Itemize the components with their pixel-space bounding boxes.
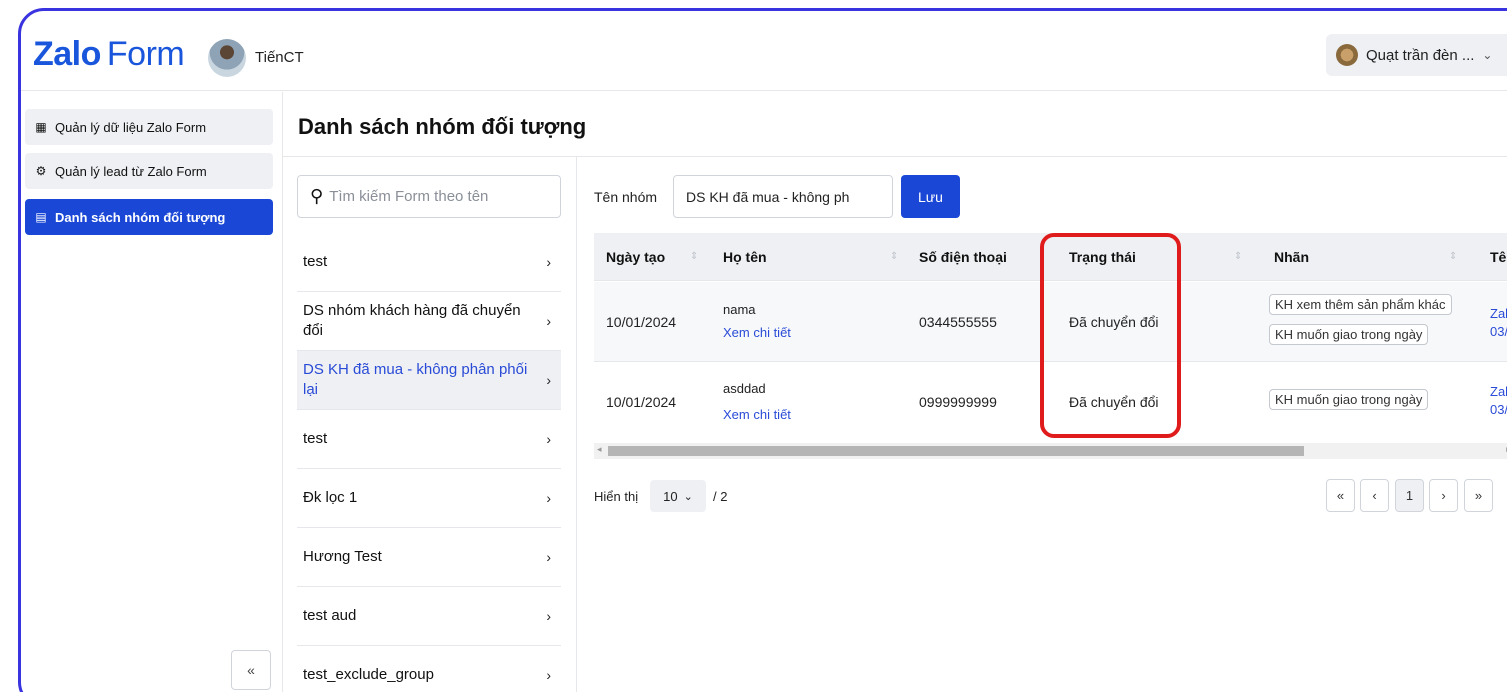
sidebar-item-label: Quản lý lead từ Zalo Form <box>55 163 207 179</box>
search-input[interactable]: ⚲ Tìm kiếm Form theo tên <box>297 175 561 218</box>
next-page-button[interactable]: › <box>1429 479 1458 512</box>
chevron-right-icon: › <box>546 490 551 506</box>
group-name-label: Tên nhóm <box>594 189 658 205</box>
list-item[interactable]: DS nhóm khách hàng đã chuyển đổi › <box>297 292 561 351</box>
group-name: Hương Test <box>303 548 382 565</box>
chevron-down-icon: ⌄ <box>1482 48 1493 62</box>
chevron-right-icon: › <box>546 313 551 329</box>
form-date-link[interactable]: 03/0 <box>1490 324 1507 339</box>
sort-icon[interactable]: ⇕ <box>690 251 698 262</box>
view-detail-link[interactable]: Xem chi tiết <box>723 325 791 340</box>
total-pages: / 2 <box>713 489 728 504</box>
page-title: Danh sách nhóm đối tượng <box>298 114 587 139</box>
cell-date: 10/01/2024 <box>606 394 677 410</box>
list-item[interactable]: test_exclude_group › <box>297 646 561 692</box>
top-header: Zalo Form TiếnCT Quạt trần đèn ... ⌄ <box>21 11 1507 91</box>
column-header-form-name[interactable]: Tên <box>1490 249 1507 265</box>
chevron-right-icon: › <box>546 667 551 683</box>
list-item-selected[interactable]: DS KH đã mua - không phân phối lại › <box>297 351 561 410</box>
cell-phone: 0344555555 <box>919 314 997 330</box>
page-1-button[interactable]: 1 <box>1395 479 1424 512</box>
group-name: test <box>303 430 328 447</box>
list-icon: ▤ <box>35 210 47 224</box>
chevron-right-icon: › <box>546 608 551 624</box>
tag-badge: KH muốn giao trong ngày <box>1269 324 1429 345</box>
cell-name: asddad <box>723 381 766 396</box>
save-button[interactable]: Lưu <box>901 175 960 218</box>
logo-zalo-text: Zalo <box>33 35 101 73</box>
search-icon: ⚲ <box>310 186 324 206</box>
horizontal-scrollbar[interactable]: ◂ ▸ <box>594 443 1507 459</box>
page-avatar-icon <box>1336 44 1358 66</box>
divider <box>283 156 1507 157</box>
user-avatar[interactable] <box>208 39 246 77</box>
sidebar-item-data[interactable]: ▦ Quản lý dữ liệu Zalo Form <box>25 109 273 145</box>
grid-icon: ▦ <box>35 120 47 134</box>
gear-icon: ⚙ <box>35 164 47 178</box>
column-header-phone[interactable]: Số điện thoại <box>919 249 1007 265</box>
chevron-down-icon: ⌄ <box>683 490 693 503</box>
list-item[interactable]: Hương Test › <box>297 528 561 587</box>
divider <box>576 156 577 692</box>
sidebar-item-label: Danh sách nhóm đối tượng <box>55 209 226 225</box>
search-placeholder: Tìm kiếm Form theo tên <box>329 188 489 205</box>
group-name-input[interactable] <box>673 175 893 218</box>
zalo-form-logo[interactable]: Zalo Form <box>33 35 185 74</box>
scroll-thumb[interactable] <box>608 446 1304 456</box>
page-size-label: Hiển thị <box>594 489 639 504</box>
group-name: test <box>303 253 328 270</box>
scroll-left-icon[interactable]: ◂ <box>597 444 602 455</box>
chevron-right-icon: › <box>546 549 551 565</box>
last-page-button[interactable]: » <box>1464 479 1493 512</box>
collapse-sidebar-button[interactable]: « <box>231 650 271 690</box>
app-frame: Zalo Form TiếnCT Quạt trần đèn ... ⌄ ▦ Qu… <box>18 8 1507 692</box>
column-header-date[interactable]: Ngày tạo <box>606 249 665 265</box>
list-item[interactable]: test › <box>297 410 561 469</box>
prev-page-button[interactable]: ‹ <box>1360 479 1389 512</box>
cell-phone: 0999999999 <box>919 394 997 410</box>
page-selector-label: Quạt trần đèn ... <box>1366 46 1475 64</box>
page-selector-dropdown[interactable]: Quạt trần đèn ... ⌄ <box>1326 34 1507 76</box>
list-item[interactable]: test › <box>297 233 561 292</box>
group-name: test_exclude_group <box>303 666 434 683</box>
logo-form-text: Form <box>106 35 185 73</box>
first-page-button[interactable]: « <box>1326 479 1355 512</box>
status-column-highlight <box>1040 233 1181 438</box>
group-name: DS KH đã mua - không phân phối lại <box>303 361 528 398</box>
page-size-value: 10 <box>663 488 678 504</box>
sort-icon[interactable]: ⇕ <box>890 251 898 262</box>
sidebar-item-leads[interactable]: ⚙ Quản lý lead từ Zalo Form <box>25 153 273 189</box>
view-detail-link[interactable]: Xem chi tiết <box>723 407 791 422</box>
tag-badge: KH xem thêm sản phẩm khác <box>1269 294 1452 315</box>
form-date-link[interactable]: 03/0 <box>1490 402 1507 417</box>
sort-icon[interactable]: ⇕ <box>1234 251 1242 262</box>
cell-name: nama <box>723 302 756 317</box>
group-name: test aud <box>303 607 357 624</box>
sidebar: ▦ Quản lý dữ liệu Zalo Form ⚙ Quản lý le… <box>21 92 283 692</box>
list-item[interactable]: test aud › <box>297 587 561 646</box>
list-item[interactable]: Đk lọc 1 › <box>297 469 561 528</box>
column-header-name[interactable]: Họ tên <box>723 249 767 265</box>
page-size-select[interactable]: 10 ⌄ <box>650 480 706 512</box>
chevron-right-icon: › <box>546 431 551 447</box>
cell-date: 10/01/2024 <box>606 314 677 330</box>
group-name: Đk lọc 1 <box>303 489 358 506</box>
sort-icon[interactable]: ⇕ <box>1449 251 1457 262</box>
group-name: DS nhóm khách hàng đã chuyển đổi <box>303 302 521 339</box>
form-name-link[interactable]: Zalo <box>1490 306 1507 321</box>
user-name: TiếnCT <box>255 49 304 66</box>
tag-badge: KH muốn giao trong ngày <box>1269 389 1429 410</box>
chevron-right-icon: › <box>546 372 551 388</box>
group-list: test › DS nhóm khách hàng đã chuyển đổi … <box>297 233 561 692</box>
chevron-right-icon: › <box>546 254 551 270</box>
form-name-link[interactable]: Zalo <box>1490 384 1507 399</box>
column-header-tags[interactable]: Nhãn <box>1274 249 1309 265</box>
sidebar-item-audience-groups[interactable]: ▤ Danh sách nhóm đối tượng <box>25 199 273 235</box>
sidebar-item-label: Quản lý dữ liệu Zalo Form <box>55 119 207 135</box>
